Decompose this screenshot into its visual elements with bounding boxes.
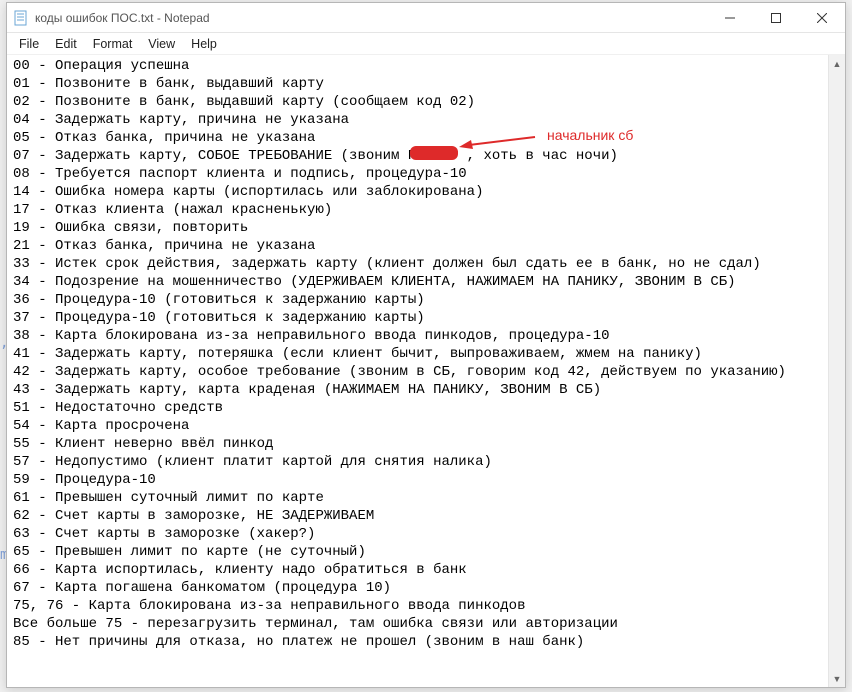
text-content[interactable]: 00 - Операция успешна01 - Позвоните в ба…	[9, 55, 827, 687]
text-line: 38 - Карта блокирована из-за неправильно…	[13, 327, 823, 345]
text-line: 61 - Превышен суточный лимит по карте	[13, 489, 823, 507]
text-line: 04 - Задержать карту, причина не указана	[13, 111, 823, 129]
menubar: File Edit Format View Help	[7, 33, 845, 55]
text-line: 07 - Задержать карту, СОБОЕ ТРЕБОВАНИЕ (…	[13, 147, 823, 165]
text-line: 62 - Счет карты в заморозке, НЕ ЗАДЕРЖИВ…	[13, 507, 823, 525]
window-controls	[707, 3, 845, 32]
text-line: 17 - Отказ клиента (нажал красненькую)	[13, 201, 823, 219]
menu-help[interactable]: Help	[183, 35, 225, 53]
menu-view[interactable]: View	[140, 35, 183, 53]
text-line: 02 - Позвоните в банк, выдавший карту (с…	[13, 93, 823, 111]
text-line: 55 - Клиент неверно ввёл пинкод	[13, 435, 823, 453]
text-line: 01 - Позвоните в банк, выдавший карту	[13, 75, 823, 93]
text-line: 37 - Процедура-10 (готовиться к задержан…	[13, 309, 823, 327]
text-line: 65 - Превышен лимит по карте (не суточны…	[13, 543, 823, 561]
text-line: 34 - Подозрение на мошенничество (УДЕРЖИ…	[13, 273, 823, 291]
text-line: 63 - Счет карты в заморозке (хакер?)	[13, 525, 823, 543]
text-line: 14 - Ошибка номера карты (испортилась ил…	[13, 183, 823, 201]
menu-edit[interactable]: Edit	[47, 35, 85, 53]
text-line: 08 - Требуется паспорт клиента и подпись…	[13, 165, 823, 183]
maximize-button[interactable]	[753, 3, 799, 32]
text-line: 85 - Нет причины для отказа, но платеж н…	[13, 633, 823, 651]
menu-file[interactable]: File	[11, 35, 47, 53]
notepad-window: коды ошибок ПОС.txt - Notepad File Edit …	[6, 2, 846, 688]
text-line: 67 - Карта погашена банкоматом (процедур…	[13, 579, 823, 597]
text-line: 51 - Недостаточно средств	[13, 399, 823, 417]
text-line: 43 - Задержать карту, карта краденая (НА…	[13, 381, 823, 399]
text-line: 66 - Карта испортилась, клиенту надо обр…	[13, 561, 823, 579]
window-title: коды ошибок ПОС.txt - Notepad	[35, 11, 707, 25]
text-line: 54 - Карта просрочена	[13, 417, 823, 435]
titlebar[interactable]: коды ошибок ПОС.txt - Notepad	[7, 3, 845, 33]
scroll-up-arrow[interactable]: ▲	[829, 55, 845, 72]
text-line: 00 - Операция успешна	[13, 57, 823, 75]
close-button[interactable]	[799, 3, 845, 32]
text-line: 42 - Задержать карту, особое требование …	[13, 363, 823, 381]
notepad-icon	[13, 10, 29, 26]
text-line: 59 - Процедура-10	[13, 471, 823, 489]
vertical-scrollbar[interactable]: ▲ ▼	[828, 55, 845, 687]
menu-format[interactable]: Format	[85, 35, 141, 53]
text-line: Все больше 75 - перезагрузить терминал, …	[13, 615, 823, 633]
text-line: 36 - Процедура-10 (готовиться к задержан…	[13, 291, 823, 309]
text-line: 75, 76 - Карта блокирована из-за неправи…	[13, 597, 823, 615]
scroll-down-arrow[interactable]: ▼	[829, 670, 845, 687]
text-line: 41 - Задержать карту, потеряшка (если кл…	[13, 345, 823, 363]
scroll-track[interactable]	[829, 72, 845, 670]
text-line: 05 - Отказ банка, причина не указана	[13, 129, 823, 147]
text-line: 33 - Истек срок действия, задержать карт…	[13, 255, 823, 273]
text-line: 57 - Недопустимо (клиент платит картой д…	[13, 453, 823, 471]
text-line: 19 - Ошибка связи, повторить	[13, 219, 823, 237]
text-line: 21 - Отказ банка, причина не указана	[13, 237, 823, 255]
minimize-button[interactable]	[707, 3, 753, 32]
editor-area: 00 - Операция успешна01 - Позвоните в ба…	[7, 55, 845, 687]
